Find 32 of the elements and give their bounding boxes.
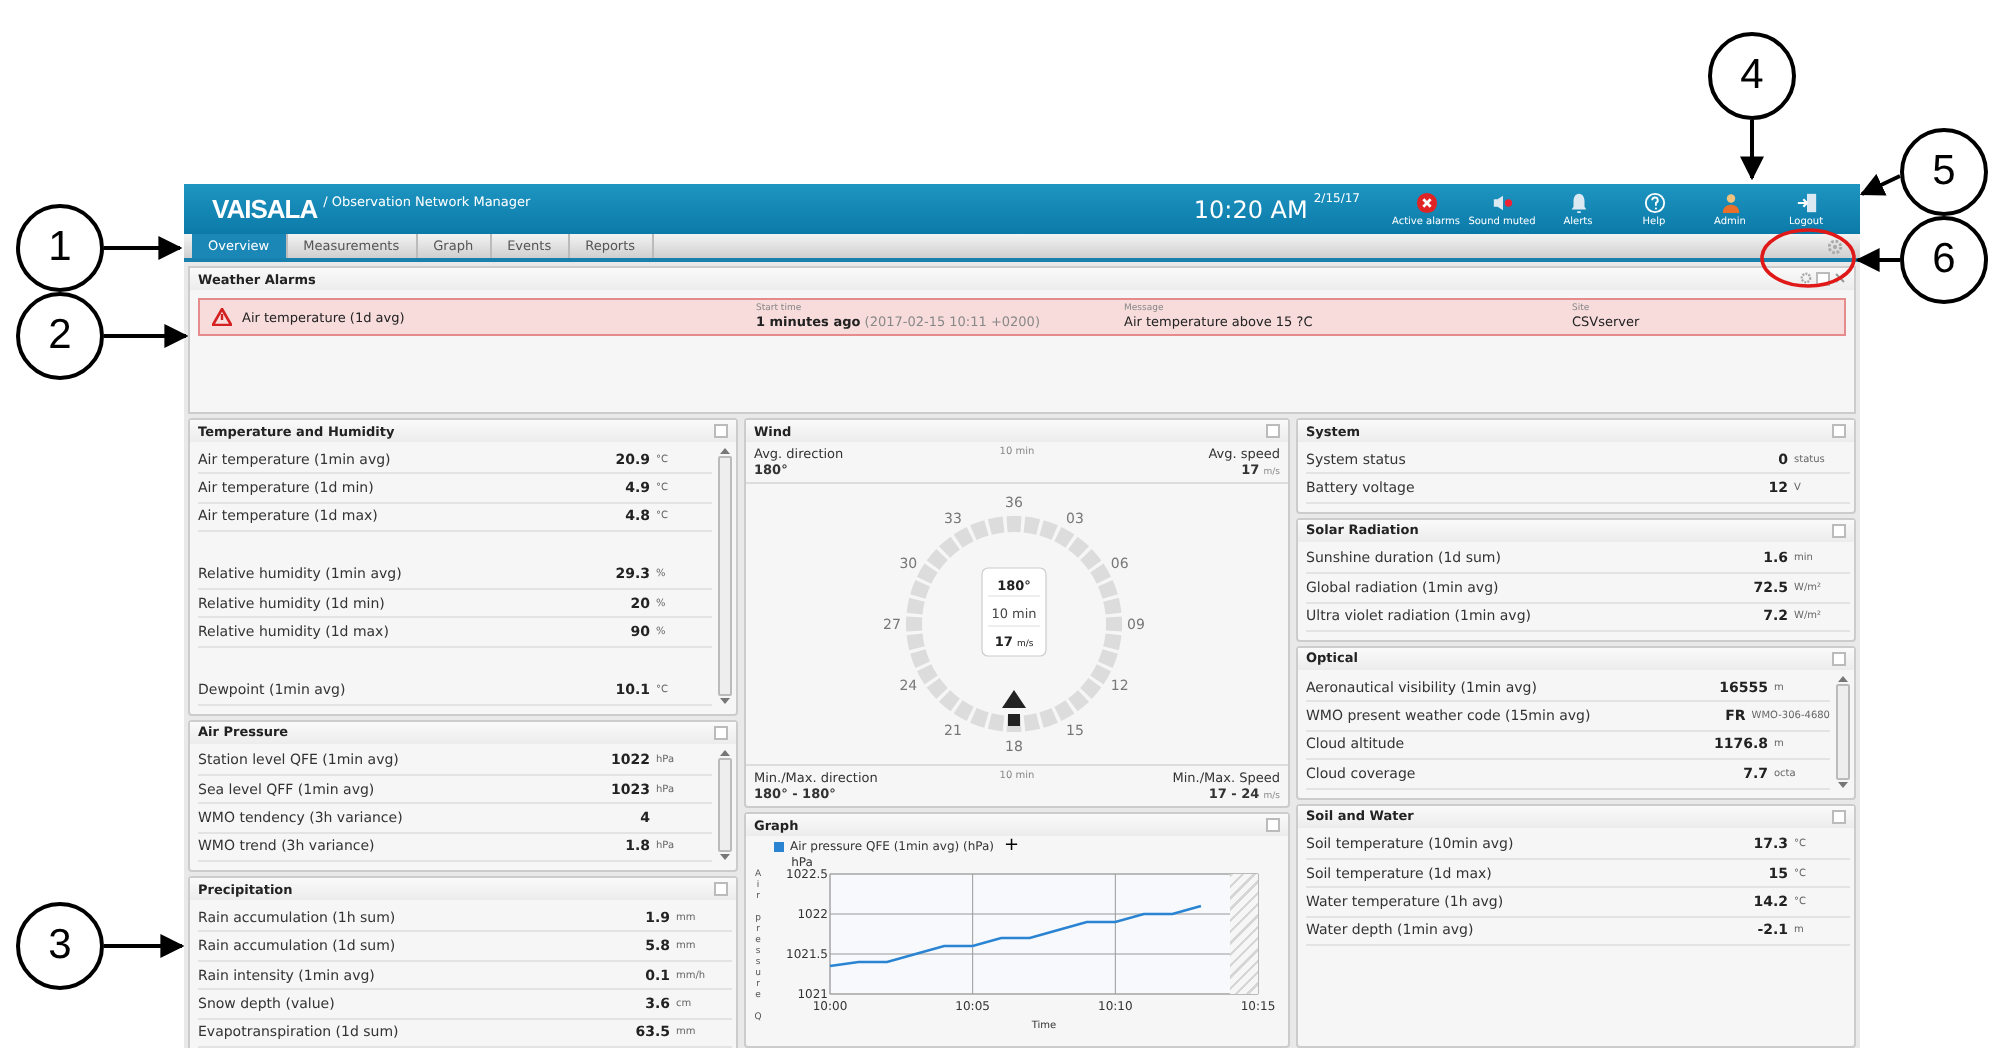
warning-icon	[212, 308, 232, 326]
readout-background	[981, 567, 1047, 657]
help-icon	[1643, 191, 1665, 213]
callout-arrow	[104, 934, 185, 958]
settings-icon[interactable]	[1800, 272, 1812, 284]
callout-number: 6	[1900, 216, 1988, 304]
callout-number: 1	[16, 204, 104, 292]
logout-icon	[1795, 191, 1817, 213]
clock-time: 10:20 AM	[1193, 195, 1308, 223]
close-icon[interactable]	[1834, 272, 1846, 284]
callout-arrow	[1855, 248, 1900, 272]
callout-arrow	[104, 324, 189, 348]
legend-swatch	[774, 841, 784, 851]
callout-number: 4	[1708, 32, 1796, 120]
callout-arrow	[1740, 120, 1764, 181]
bell-icon	[1567, 191, 1589, 213]
callout-number: 3	[16, 902, 104, 990]
callout-number: 2	[16, 292, 104, 380]
speaker-icon	[1491, 191, 1513, 213]
highlight-ellipse	[1760, 228, 1856, 288]
user-icon	[1719, 191, 1741, 213]
wind-arrow-icon	[1002, 690, 1026, 726]
callout-number: 5	[1900, 128, 1988, 216]
callout-arrow	[1859, 173, 1901, 196]
scrollbar[interactable]	[718, 446, 732, 706]
error-icon	[1415, 191, 1437, 213]
logo: VAISALA	[212, 194, 318, 224]
add-button[interactable]: +	[1000, 838, 1024, 854]
callout-arrow	[104, 236, 183, 260]
scrollbar[interactable]	[718, 747, 732, 863]
hatched-area	[1229, 874, 1258, 994]
scrollbar[interactable]	[1836, 673, 1850, 790]
